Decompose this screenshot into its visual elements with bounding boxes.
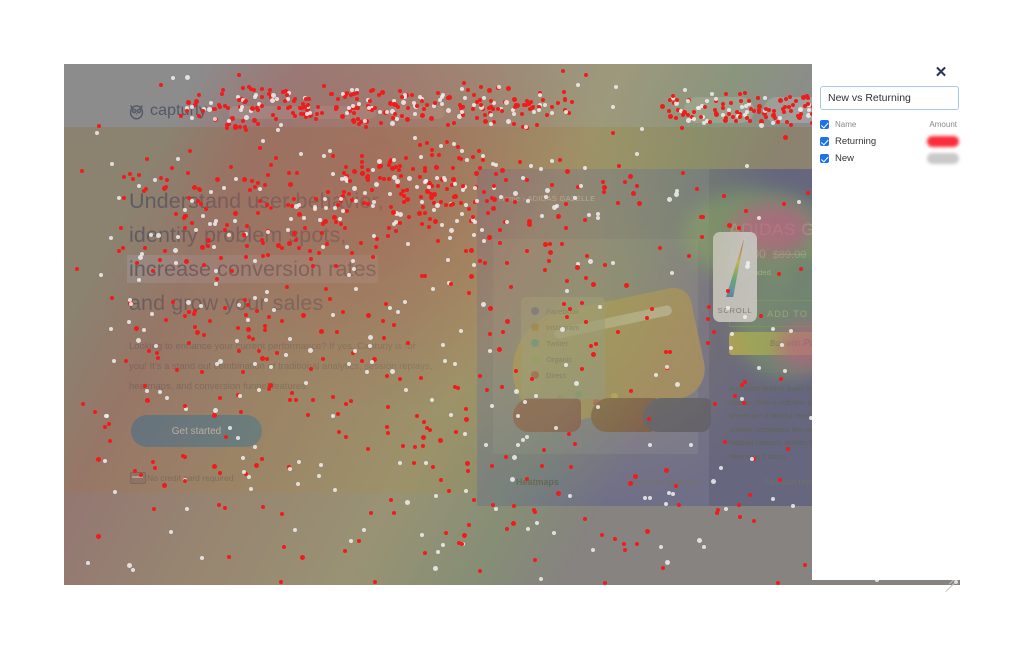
logo-text: capturly (150, 102, 207, 119)
row-amount-returning (927, 136, 959, 147)
row-label-returning: Returning (835, 136, 877, 147)
scroll-depth-widget[interactable]: SCROLL (713, 232, 757, 322)
table-row[interactable]: Returning (820, 133, 959, 150)
legend-dot-icon (531, 371, 539, 379)
legend-item[interactable]: Twitter (521, 335, 605, 351)
owl-icon (128, 103, 145, 120)
scroll-widget-label: SCROLL (717, 306, 753, 315)
nav-item-1[interactable] (229, 106, 301, 119)
segment-name-input[interactable] (820, 86, 959, 110)
segment-table: Name Amount Returning New (820, 116, 959, 167)
product-thumb-3[interactable] (643, 398, 711, 432)
nav-item-3[interactable] (389, 106, 445, 119)
row-label-new: New (835, 153, 855, 164)
legend-dot-icon (531, 355, 539, 363)
legend-dot-icon (531, 323, 539, 331)
get-started-button[interactable]: Get started (131, 415, 262, 447)
headline-line-3: and grow your sales (129, 291, 324, 315)
headline-line-1: identify problem spots, (129, 223, 347, 247)
close-icon[interactable]: ✕ (932, 64, 950, 82)
row-amount-new (927, 153, 959, 164)
segment-panel: ✕ Name Amount Returning New (812, 60, 962, 580)
headline-line-2: increase conversion rates (129, 257, 377, 281)
legend-label: Twitter (546, 338, 569, 348)
tab-analytics-platform[interactable]: Analytics platform (629, 477, 700, 487)
scroll-gradient (726, 239, 744, 297)
legend-label: Direct (546, 370, 566, 380)
legend-dot-icon (531, 339, 539, 347)
legend-label: Organic (546, 354, 573, 364)
tab-heatmaps[interactable]: Heatmaps (516, 477, 559, 487)
legend-label: Facebook (546, 306, 579, 316)
get-started-label: Get started (171, 425, 222, 437)
nav-cta-button[interactable] (684, 97, 754, 123)
traffic-source-legend: Facebook Instagram Twitter Organic Direc… (521, 297, 605, 399)
column-header-amount: Amount (929, 120, 957, 129)
legend-dot-icon (531, 307, 539, 315)
segment-table-header: Name Amount (820, 116, 959, 133)
nav-item-2[interactable] (314, 106, 376, 119)
legend-item[interactable]: Facebook (521, 303, 605, 319)
legend-item[interactable]: Direct (521, 367, 605, 383)
select-all-checkbox[interactable] (820, 120, 829, 129)
legend-item[interactable]: Organic (521, 351, 605, 367)
legend-item[interactable]: Instagram (521, 319, 605, 335)
row-checkbox-new[interactable] (820, 154, 829, 163)
breadcrumb[interactable]: Home › ADIDAS GAZELLE (499, 194, 595, 203)
column-header-name: Name (835, 120, 857, 129)
page-headline: Understand user behavior, identify probl… (129, 184, 429, 320)
headline-line-0: Understand user behavior, (129, 189, 384, 213)
page-subtext: Looking to enhance your current performa… (129, 341, 433, 392)
row-checkbox-returning[interactable] (820, 137, 829, 146)
site-logo[interactable]: capturly (128, 102, 207, 120)
legend-label: Instagram (546, 322, 580, 332)
table-row[interactable]: New (820, 150, 959, 167)
product-thumb-1[interactable] (513, 398, 581, 432)
